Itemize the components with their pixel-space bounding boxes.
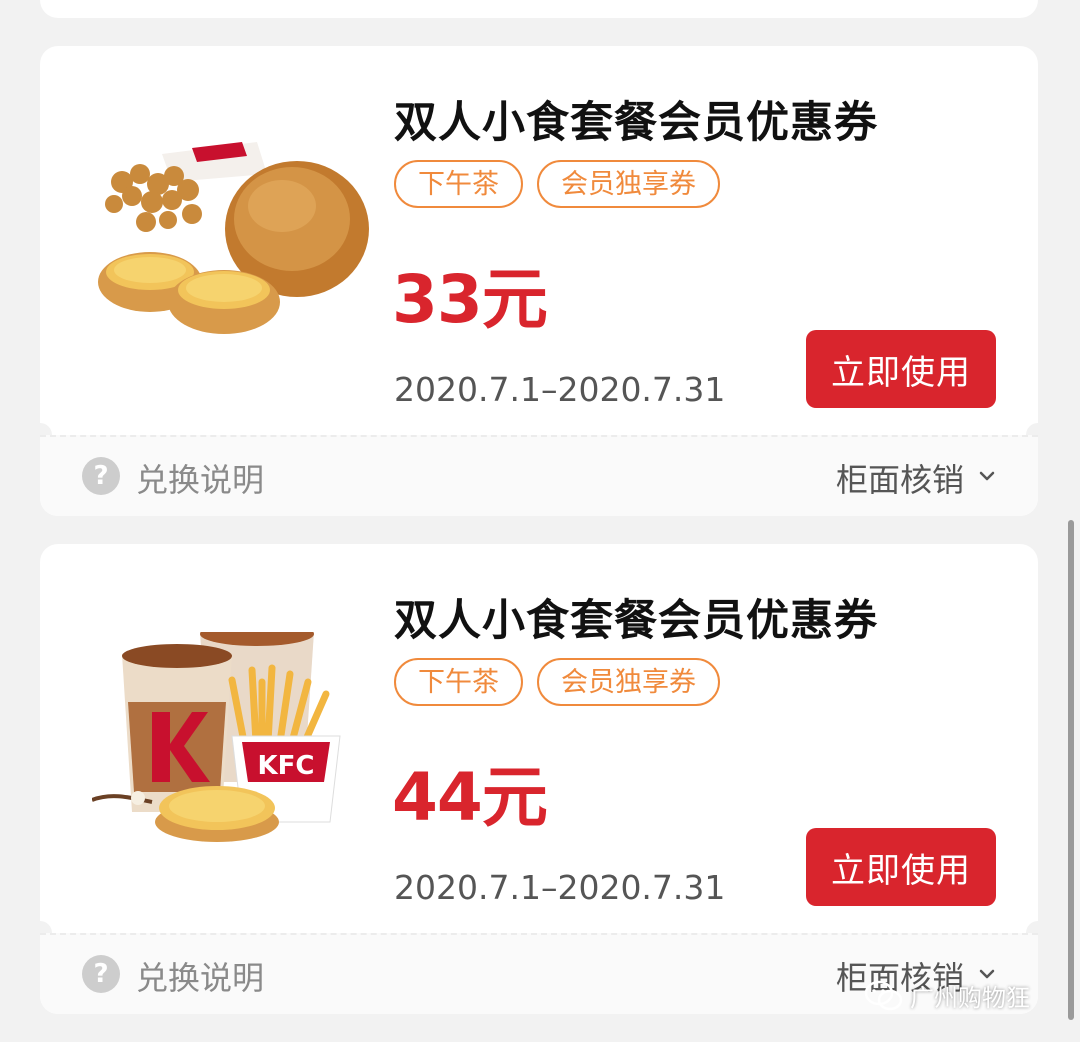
coupon-title: 双人小食套餐会员优惠券 [394,98,878,148]
watermark-text: 广州购物狂 [910,984,1030,1012]
coupon-card-body: KFC 双人小食套餐会员优惠券 下午茶 会员独享券 44元 2020.7.1–2… [40,544,1038,933]
svg-text:KFC: KFC [258,751,315,781]
coupon-tags: 下午茶 会员独享券 [394,160,720,208]
coupon-card: KFC 双人小食套餐会员优惠券 下午茶 会员独享券 44元 2020.7.1–2… [40,544,1038,1014]
redeem-instructions-link[interactable]: 兑换说明 [136,455,264,501]
tag-member-exclusive: 会员独享券 [537,658,720,706]
coupon-footer: ? 兑换说明 柜面核销 [40,435,1038,516]
coupon-validity: 2020.7.1–2020.7.31 [394,868,726,907]
tag-member-exclusive: 会员独享券 [537,160,720,208]
wechat-icon [864,980,903,1010]
coupon-card-body: 双人小食套餐会员优惠券 下午茶 会员独享券 33元 2020.7.1–2020.… [40,46,1038,435]
tag-afternoon-tea: 下午茶 [394,160,523,208]
scrollbar-thumb[interactable] [1068,520,1074,1020]
coffee-fries-egg-tart-image: KFC [92,632,341,842]
redeem-instructions-link[interactable]: 兑换说明 [136,953,264,999]
chevron-down-icon[interactable] [976,465,998,487]
chicken-nuggets-egg-tarts-image [98,142,369,334]
use-now-button[interactable]: 立即使用 [806,828,996,906]
tag-afternoon-tea: 下午茶 [394,658,523,706]
coupon-price: 33元 [392,261,548,338]
question-mark-icon[interactable]: ? [82,457,120,495]
counter-redemption-toggle[interactable]: 柜面核销 [836,455,964,501]
coupon-title: 双人小食套餐会员优惠券 [394,596,878,646]
coupon-card: 双人小食套餐会员优惠券 下午茶 会员独享券 33元 2020.7.1–2020.… [40,46,1038,516]
coupon-price: 44元 [392,759,548,836]
scrollbar[interactable] [1068,520,1074,1020]
wechat-watermark: 广州购物狂 [864,978,1030,1013]
question-mark-icon[interactable]: ? [82,955,120,993]
coupon-tags: 下午茶 会员独享券 [394,658,720,706]
previous-coupon-card-edge [40,0,1038,18]
use-now-button[interactable]: 立即使用 [806,330,996,408]
coupon-validity: 2020.7.1–2020.7.31 [394,370,726,409]
